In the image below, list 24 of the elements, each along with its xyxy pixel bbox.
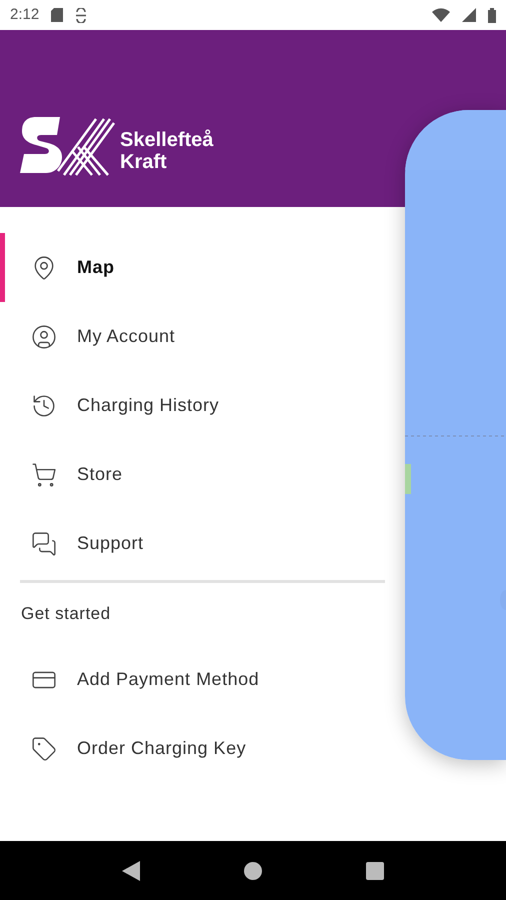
sd-card-icon — [51, 8, 64, 22]
brand-name: Kraft — [120, 151, 168, 173]
home-icon[interactable] — [244, 862, 262, 880]
status-time: 2:12 — [10, 4, 40, 25]
menu-item[interactable]: Add Payment Method — [5, 645, 272, 714]
menu-item[interactable]: Charging History — [5, 371, 232, 440]
tag-icon — [31, 736, 57, 762]
section-title: Get started — [21, 603, 111, 626]
menu-item[interactable]: Map — [5, 233, 126, 302]
battery-icon — [488, 8, 496, 22]
wifi-icon — [432, 8, 450, 22]
recents-icon[interactable] — [366, 862, 384, 880]
history-icon — [31, 392, 57, 418]
signal-icon — [462, 8, 476, 22]
menu-item[interactable]: My Account — [5, 302, 188, 371]
menu-item[interactable]: Order Charging Key — [5, 714, 258, 783]
user-circle-icon — [31, 324, 57, 350]
chat-icon — [31, 530, 57, 556]
sync-icon — [75, 8, 88, 22]
cart-icon — [31, 462, 57, 488]
back-icon[interactable] — [122, 860, 140, 880]
menu-item[interactable]: Support — [5, 509, 156, 578]
brand-name: Skellefteå — [120, 129, 214, 151]
menu-item[interactable]: Store — [5, 440, 135, 509]
